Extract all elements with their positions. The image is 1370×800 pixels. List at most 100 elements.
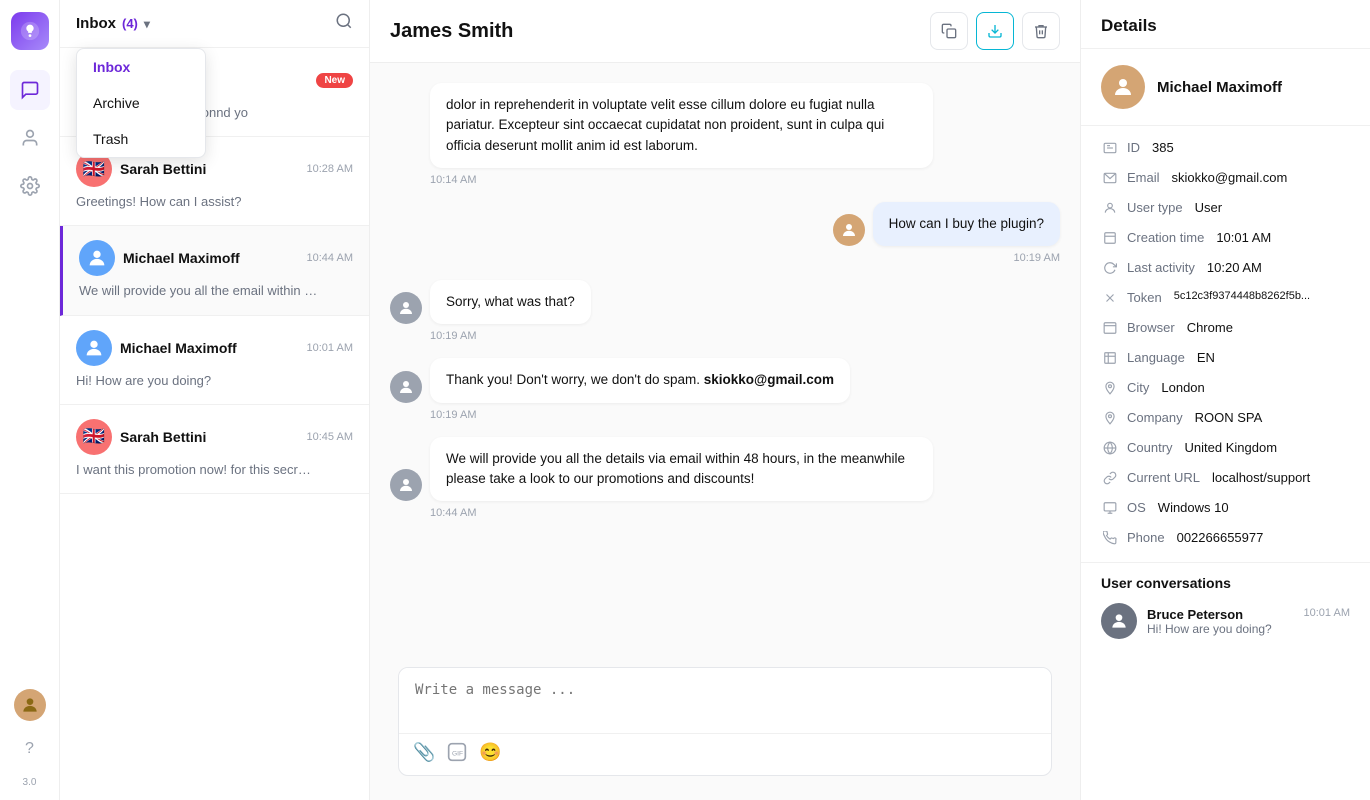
detail-label: Last activity [1127, 260, 1195, 275]
download-button[interactable] [976, 12, 1014, 50]
usertype-icon [1101, 201, 1119, 218]
detail-row-creation: Creation time 10:01 AM [1081, 224, 1370, 254]
detail-row-phone: Phone 002266655977 [1081, 524, 1370, 554]
detail-label: Token [1127, 290, 1162, 305]
details-fields: ID 385 Email skiokko@gmail.com User type… [1081, 126, 1370, 562]
chat-header: James Smith [370, 0, 1080, 63]
dropdown-item-inbox[interactable]: Inbox [77, 49, 205, 85]
messages-area: dolor in reprehenderit in voluptate veli… [370, 63, 1080, 655]
version-label: 3.0 [23, 777, 37, 788]
dropdown-item-archive[interactable]: Archive [77, 85, 205, 121]
conversation-item[interactable]: 🇬🇧 Sarah Bettini 10:45 AM I want this pr… [60, 405, 369, 494]
chevron-down-icon: ▾ [144, 17, 150, 31]
detail-value-phone: 002266655977 [1177, 530, 1264, 545]
message-time: 10:19 AM [430, 409, 1060, 421]
conv-name: Michael Maximoff [123, 250, 240, 266]
conv-time: 10:01 AM [307, 342, 353, 354]
message-avatar [390, 292, 422, 324]
user-conversation-item[interactable]: Bruce Peterson 10:01 AM Hi! How are you … [1101, 603, 1350, 639]
message-bubble: We will provide you all the details via … [430, 437, 933, 502]
refresh-icon [1101, 261, 1119, 278]
inbox-dropdown-button[interactable]: Inbox (4) ▾ [76, 15, 150, 32]
detail-value-country: United Kingdom [1185, 440, 1278, 455]
conv-name: Sarah Bettini [120, 429, 206, 445]
nav-contacts[interactable] [10, 118, 50, 158]
detail-value-email: skiokko@gmail.com [1172, 170, 1288, 185]
detail-row-id: ID 385 [1081, 134, 1370, 164]
detail-label: Creation time [1127, 230, 1204, 245]
gif-icon[interactable]: GIF [447, 742, 467, 767]
delete-button[interactable] [1022, 12, 1060, 50]
detail-label: Country [1127, 440, 1173, 455]
detail-value-creation: 10:01 AM [1216, 230, 1271, 245]
detail-row-company: Company ROON SPA [1081, 404, 1370, 434]
sidebar-nav: ? 3.0 [0, 0, 60, 800]
user-conv-avatar [1101, 603, 1137, 639]
conv-meta: Sarah Bettini 10:45 AM [120, 429, 353, 445]
app-logo [11, 12, 49, 50]
os-icon [1101, 501, 1119, 518]
conversation-item[interactable]: Michael Maximoff 10:01 AM Hi! How are yo… [60, 316, 369, 405]
detail-row-token: Token 5c12c3f9374448b8262f5b... [1081, 284, 1370, 314]
detail-label: Browser [1127, 320, 1175, 335]
message-row: How can I buy the plugin? [390, 202, 1060, 246]
message-row: We will provide you all the details via … [390, 437, 1060, 502]
user-conv-meta: Bruce Peterson 10:01 AM Hi! How are you … [1147, 607, 1350, 636]
search-icon[interactable] [335, 12, 353, 35]
attach-icon[interactable]: 📎 [413, 742, 435, 767]
message-time: 10:19 AM [430, 330, 1060, 342]
detail-value-os: Windows 10 [1158, 500, 1229, 515]
user-conv-time: 10:01 AM [1304, 607, 1350, 622]
details-avatar [1101, 65, 1145, 109]
detail-label: User type [1127, 200, 1183, 215]
message-row: Sorry, what was that? [390, 280, 1060, 324]
emoji-icon[interactable]: 😊 [479, 742, 501, 767]
detail-row-language: Language EN [1081, 344, 1370, 374]
details-panel: Details Michael Maximoff ID 385 Email sk… [1080, 0, 1370, 800]
message-avatar [390, 469, 422, 501]
details-header: Details [1081, 0, 1370, 49]
message-bubble: dolor in reprehenderit in voluptate veli… [430, 83, 933, 168]
copy-button[interactable] [930, 12, 968, 50]
detail-row-city: City London [1081, 374, 1370, 404]
detail-value-id: 385 [1152, 140, 1174, 155]
detail-value-browser: Chrome [1187, 320, 1233, 335]
chat-panel: James Smith dolor in [370, 0, 1080, 800]
dropdown-item-trash[interactable]: Trash [77, 121, 205, 157]
detail-value-activity: 10:20 AM [1207, 260, 1262, 275]
detail-label: Phone [1127, 530, 1165, 545]
new-badge: New [316, 73, 353, 88]
message-bubble: How can I buy the plugin? [873, 202, 1060, 246]
conv-meta: Michael Maximoff 10:44 AM [123, 250, 353, 266]
details-username: Michael Maximoff [1157, 79, 1282, 96]
detail-row-email: Email skiokko@gmail.com [1081, 164, 1370, 194]
message-input-container: 📎 GIF 😊 [370, 655, 1080, 800]
conv-time: 10:45 AM [307, 431, 353, 443]
conv-avatar: 🇬🇧 [76, 419, 112, 455]
detail-row-country: Country United Kingdom [1081, 434, 1370, 464]
conversation-item[interactable]: Michael Maximoff 10:44 AM We will provid… [60, 226, 369, 315]
details-user-section: Michael Maximoff [1081, 49, 1370, 126]
message-input[interactable] [399, 668, 1051, 728]
help-icon[interactable]: ? [10, 729, 50, 769]
conv-preview: We will provide you all the email within… [79, 282, 319, 300]
url-icon [1101, 471, 1119, 488]
detail-row-url: Current URL localhost/support [1081, 464, 1370, 494]
inbox-dropdown-menu: Inbox Archive Trash [76, 48, 206, 158]
message-group: dolor in reprehenderit in voluptate veli… [390, 83, 1060, 186]
city-icon [1101, 381, 1119, 398]
detail-label: City [1127, 380, 1149, 395]
user-avatar[interactable] [14, 689, 46, 721]
email-icon [1101, 171, 1119, 188]
inbox-header: Inbox (4) ▾ Inbox Archive Trash [60, 0, 369, 48]
user-conv-preview: Hi! How are you doing? [1147, 622, 1350, 636]
conv-meta: Sarah Bettini 10:28 AM [120, 161, 353, 177]
inbox-panel: Inbox (4) ▾ Inbox Archive Trash 🇮🇹 Lisa … [60, 0, 370, 800]
detail-label: Current URL [1127, 470, 1200, 485]
detail-label: ID [1127, 140, 1140, 155]
nav-settings[interactable] [10, 166, 50, 206]
nav-messages[interactable] [10, 70, 50, 110]
svg-text:GIF: GIF [452, 750, 463, 757]
conv-name: Sarah Bettini [120, 161, 206, 177]
detail-label: Email [1127, 170, 1160, 185]
